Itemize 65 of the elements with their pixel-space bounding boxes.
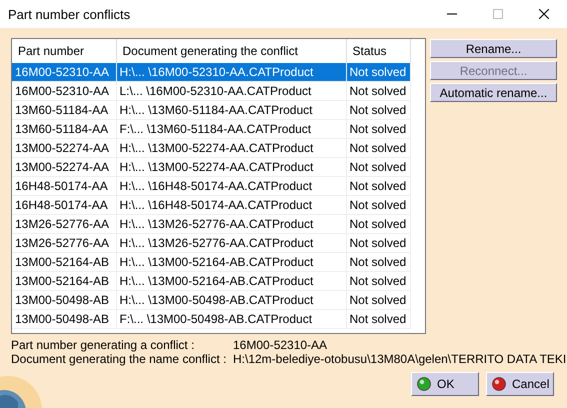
table-cell: H:\... \16M00-52310-AA.CATProduct [116, 63, 346, 82]
table-cell: 13M00-52274-AA [12, 138, 116, 158]
table-cell: 16H48-50174-AA [12, 176, 116, 196]
table-cell: Not solved [346, 310, 410, 328]
table-row[interactable]: 13M00-52274-AA H:\... \13M00-52274-AA.CATProduct Not solved [12, 138, 410, 158]
table-row[interactable]: 13M60-51184-AA H:\... \13M60-51184-AA.CATProduct Not solved [12, 100, 410, 120]
info-value: 16M00-52310-AA [233, 338, 328, 352]
table-cell: 13M00-52164-AB [12, 252, 116, 272]
table-cell: Not solved [346, 234, 410, 252]
table-cell: Not solved [346, 196, 410, 214]
table-cell: 16M00-52310-AA [12, 82, 116, 100]
cancel-button[interactable]: Cancel [486, 372, 554, 396]
table-row[interactable]: 13M00-50498-AB F:\... \13M00-50498-AB.CATProduct Not solved [12, 310, 410, 328]
table-row[interactable]: 13M26-52776-AA H:\... \13M26-52776-AA.CATProduct Not solved [12, 234, 410, 252]
table-cell: Not solved [346, 158, 410, 176]
table-cell: L:\... \16M00-52310-AA.CATProduct [116, 82, 346, 100]
table-cell: 13M00-50498-AB [12, 290, 116, 310]
table-cell: H:\... \16H48-50174-AA.CATProduct [116, 196, 346, 214]
table-cell: H:\... \13M00-50498-AB.CATProduct [116, 290, 346, 310]
table-cell: 13M00-52274-AA [12, 158, 116, 176]
table-cell: H:\... \13M00-52164-AB.CATProduct [116, 272, 346, 290]
ok-button[interactable]: OK [411, 372, 479, 396]
table-cell: Not solved [346, 252, 410, 272]
table-cell: 13M60-51184-AA [12, 120, 116, 138]
auto-rename-button[interactable]: Automatic rename... [430, 83, 557, 102]
table-cell: Not solved [346, 138, 410, 158]
table-cell: Not solved [346, 63, 410, 82]
table-cell: F:\... \13M60-51184-AA.CATProduct [116, 120, 346, 138]
table-cell: 13M26-52776-AA [12, 214, 116, 234]
table-row[interactable]: 13M00-52164-AB H:\... \13M00-52164-AB.CATProduct Not solved [12, 272, 410, 290]
table-row[interactable]: 16M00-52310-AA L:\... \16M00-52310-AA.CATProduct Not solved [12, 82, 410, 100]
info-value: H:\12m-belediye-otobusu\13M80A\gelen\TERRITO DATA TEKI [233, 352, 567, 366]
info-label: Part number generating a conflict : [11, 338, 196, 352]
table-row[interactable]: 16H48-50174-AA H:\... \16H48-50174-AA.CATProduct Not solved [12, 176, 410, 196]
table-cell: Not solved [346, 176, 410, 196]
window-title: Part number conflicts [8, 6, 132, 22]
table-cell: 16H48-50174-AA [12, 196, 116, 214]
table-cell: H:\... \13M00-52274-AA.CATProduct [116, 138, 346, 158]
rename-button[interactable]: Rename... [430, 39, 557, 58]
table-cell: H:\... \13M26-52776-AA.CATProduct [116, 234, 346, 252]
table-row[interactable]: 16H48-50174-AA H:\... \16H48-50174-AA.CATProduct Not solved [12, 196, 410, 214]
table-row[interactable]: 13M26-52776-AA H:\... \13M26-52776-AA.CATProduct Not solved [12, 214, 410, 234]
info-label: Document generating the name conflict : [11, 352, 228, 366]
table-row[interactable]: 13M00-52164-AB H:\... \13M00-52164-AB.CATProduct Not solved [12, 252, 410, 272]
table-cell: H:\... \16H48-50174-AA.CATProduct [116, 176, 346, 196]
table-cell: 13M00-50498-AB [12, 310, 116, 328]
table-cell: Not solved [346, 120, 410, 138]
table-cell: Not solved [346, 272, 410, 290]
table-cell: Not solved [346, 100, 410, 120]
table-cell: 13M60-51184-AA [12, 100, 116, 120]
table-cell: 16M00-52310-AA [12, 63, 116, 82]
table-cell: H:\... \13M00-52164-AB.CATProduct [116, 252, 346, 272]
table-cell: Not solved [346, 82, 410, 100]
table-cell: Not solved [346, 290, 410, 310]
table-cell: 13M26-52776-AA [12, 234, 116, 252]
table-row[interactable]: 16M00-52310-AA H:\... \16M00-52310-AA.CATProduct Not solved [12, 63, 410, 82]
table-cell: 13M00-52164-AB [12, 272, 116, 290]
table-row[interactable]: 13M00-50498-AB H:\... \13M00-50498-AB.CATProduct Not solved [12, 290, 410, 310]
table-cell: H:\... \13M60-51184-AA.CATProduct [116, 100, 346, 120]
table-cell: F:\... \13M00-50498-AB.CATProduct [116, 310, 346, 328]
table-row[interactable]: 13M00-52274-AA H:\... \13M00-52274-AA.CATProduct Not solved [12, 158, 410, 176]
table-cell: H:\... \13M00-52274-AA.CATProduct [116, 158, 346, 176]
table-row[interactable]: 13M60-51184-AA F:\... \13M60-51184-AA.CATProduct Not solved [12, 120, 410, 138]
table-cell: Not solved [346, 214, 410, 234]
table-cell: H:\... \13M26-52776-AA.CATProduct [116, 214, 346, 234]
